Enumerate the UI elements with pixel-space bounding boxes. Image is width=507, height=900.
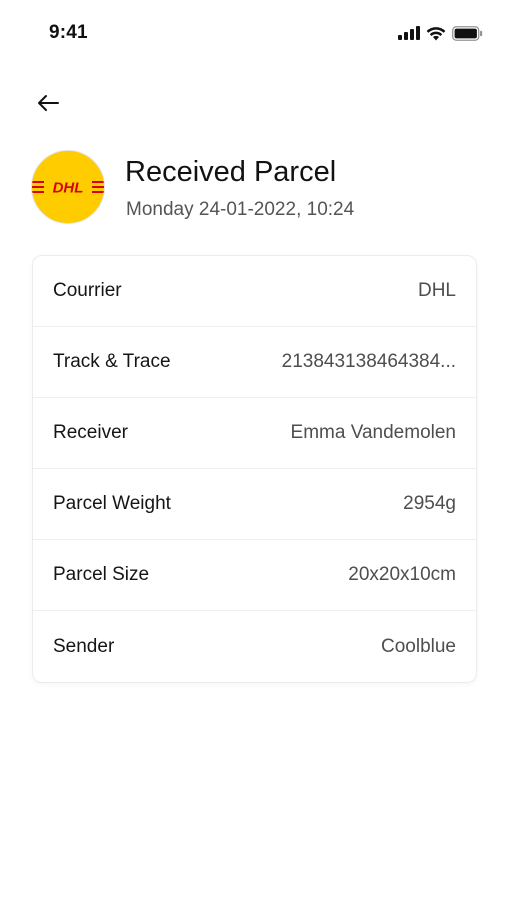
detail-label: Parcel Size [53, 564, 150, 585]
cellular-signal-icon [398, 26, 420, 40]
arrow-left-icon [36, 93, 60, 118]
detail-value: 20x20x10cm [348, 564, 456, 585]
detail-value: Emma Vandemolen [290, 422, 456, 443]
detail-row-receiver: Receiver Emma Vandemolen [33, 398, 476, 469]
detail-row-sender: Sender Coolblue [33, 611, 476, 682]
status-time: 9:41 [49, 22, 88, 43]
detail-value: 2954g [403, 493, 456, 514]
parcel-details-card: Courrier DHL Track & Trace 2138431384643… [32, 255, 477, 683]
detail-row-size: Parcel Size 20x20x10cm [33, 540, 476, 611]
parcel-header: DHL Received Parcel Monday 24-01-2022, 1… [31, 150, 476, 226]
detail-label: Parcel Weight [53, 493, 171, 514]
dhl-logo: DHL [31, 150, 105, 224]
status-icons [398, 24, 483, 42]
tracking-number[interactable]: 213843138464384... [282, 351, 456, 373]
detail-row-track-trace[interactable]: Track & Trace 213843138464384... [33, 327, 476, 398]
detail-value: DHL [417, 280, 456, 301]
detail-row-courier: Courrier DHL [33, 256, 476, 327]
status-bar: 9:41 [0, 0, 507, 66]
detail-label: Receiver [53, 422, 128, 443]
detail-value: Coolblue [381, 635, 456, 657]
svg-text:DHL: DHL [53, 180, 84, 197]
page-title: Received Parcel [125, 156, 337, 188]
detail-row-weight: Parcel Weight 2954g [33, 469, 476, 540]
detail-label: Track & Trace [53, 351, 171, 372]
detail-label: Courrier [53, 280, 122, 301]
detail-label: Sender [53, 635, 115, 657]
back-button[interactable] [33, 90, 63, 120]
received-timestamp: Monday 24-01-2022, 10:24 [126, 199, 355, 220]
battery-icon [452, 25, 483, 41]
wifi-icon [426, 26, 446, 41]
